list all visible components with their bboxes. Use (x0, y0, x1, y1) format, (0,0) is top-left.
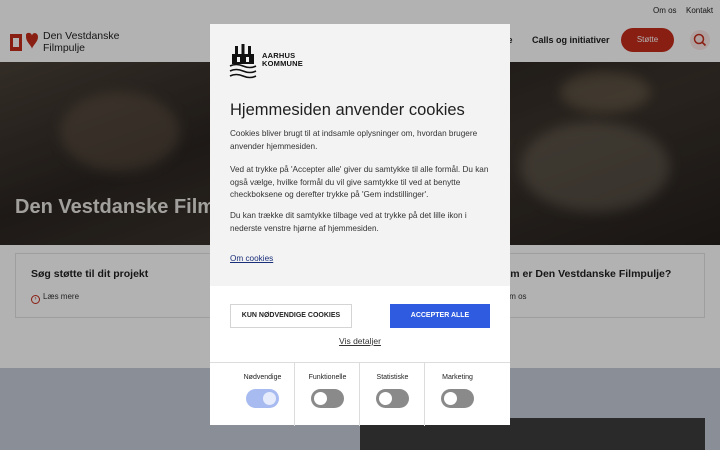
toggle-knob (444, 392, 457, 405)
dialog-content: AARHUS KOMMUNE Hjemmesiden anvender cook… (210, 24, 510, 286)
consent-statistics: Statistiske (360, 363, 425, 426)
consent-label: Statistiske (376, 374, 409, 381)
toggle-knob (379, 392, 392, 405)
necessary-only-button[interactable]: KUN NØDVENDIGE COOKIES (230, 304, 352, 328)
marketing-toggle[interactable] (441, 389, 474, 408)
consent-categories: Nødvendige Funktionelle Statistiske Mark… (210, 362, 510, 426)
consent-label: Nødvendige (243, 374, 282, 381)
functional-toggle[interactable] (311, 389, 344, 408)
brand-line-2: KOMMUNE (262, 59, 303, 68)
consent-label: Funktionelle (308, 374, 347, 381)
dialog-paragraph-2: Ved at trykke på 'Accepter alle' giver d… (230, 165, 489, 199)
accept-all-button[interactable]: ACCEPTER ALLE (390, 304, 490, 328)
necessary-toggle[interactable] (246, 389, 279, 408)
toggle-knob (263, 392, 276, 405)
about-cookies-link[interactable]: Om cookies (230, 254, 273, 263)
statistics-toggle[interactable] (376, 389, 409, 408)
show-details-link[interactable]: Vis detaljer (210, 336, 510, 346)
toggle-knob (314, 392, 327, 405)
aarhus-kommune-logo-icon (229, 44, 257, 85)
consent-functional: Funktionelle (295, 363, 360, 426)
kommune-text: AARHUS KOMMUNE (262, 52, 303, 68)
dialog-paragraph-1: Cookies bliver brugt til at indsamle opl… (230, 129, 478, 151)
dialog-title: Hjemmesiden anvender cookies (230, 101, 465, 119)
dialog-paragraph-3: Du kan trække dit samtykke tilbage ved a… (230, 211, 467, 233)
cookie-dialog: AARHUS KOMMUNE Hjemmesiden anvender cook… (210, 24, 510, 426)
consent-label: Marketing (442, 374, 473, 381)
consent-marketing: Marketing (425, 363, 490, 426)
consent-necessary: Nødvendige (230, 363, 295, 426)
